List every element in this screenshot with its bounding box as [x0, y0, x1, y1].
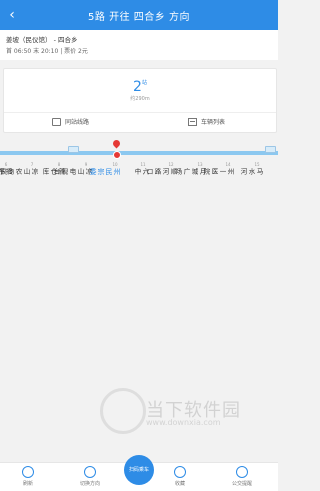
stop-number: 9	[84, 162, 88, 167]
switch-direction-label: 切换方向	[79, 481, 100, 487]
scan-button-circle[interactable]: 扫码乘车	[124, 455, 154, 485]
page-title: 5路 开往 四合乡 方向	[88, 12, 190, 23]
stop-icon	[52, 117, 61, 126]
scan-button-label: 扫码乘车	[128, 467, 149, 473]
top-app-bar: ‹ 5路 开往 四合乡 方向	[0, 0, 278, 30]
favorite-label: 收藏	[174, 481, 185, 487]
arrival-card: 2站 约290m 同站线路 车辆列表	[3, 68, 277, 133]
vehicle-list-button[interactable]: 车辆列表	[188, 117, 225, 126]
watermark-logo-icon	[100, 388, 146, 434]
watermark-url: www.downxia.com	[146, 418, 221, 427]
stop-name: 州民宗委	[89, 168, 121, 175]
route-times: 首 06:50 末 20:10 | 票价 2元	[6, 48, 88, 55]
stop-number: 6	[4, 162, 8, 167]
scan-to-ride-button[interactable]: 扫码乘车	[119, 455, 159, 485]
bus-alert-button[interactable]: 公交提醒	[222, 466, 262, 487]
card-divider	[4, 112, 276, 113]
switch-direction-button[interactable]: 切换方向	[70, 466, 110, 487]
watermark: 当下软件园 www.downxia.com	[100, 388, 260, 448]
stop-number: 8	[57, 162, 61, 167]
refresh-button[interactable]: 刷新	[8, 466, 48, 487]
distance-text: 约290m	[130, 96, 150, 102]
stop-name: 凉山农商银行	[0, 168, 38, 175]
bus-alert-label: 公交提醒	[231, 481, 252, 487]
same-stop-lines-button[interactable]: 同站线路	[52, 117, 89, 126]
stop-number: 10	[112, 162, 118, 167]
stop-name: 马水河	[239, 168, 263, 175]
stop-number: 7	[30, 162, 34, 167]
route-info: 姜坡（民仪馆） - 四合乡 首 06:50 末 20:10 | 票价 2元	[0, 30, 278, 60]
stops-list: 6 招呼站 7 凉山农商银行 8 新仓库 9 凉山电视台 10 州民宗委 11 …	[0, 140, 278, 230]
swap-icon	[84, 466, 96, 478]
same-stop-lines-label: 同站线路	[65, 119, 90, 126]
stop-number: 15	[254, 162, 260, 167]
stop-name: 州一医院	[202, 168, 234, 175]
favorite-button[interactable]: 收藏	[160, 466, 200, 487]
stops-away-value: 2	[133, 79, 142, 95]
stops-away-unit: 站	[141, 80, 147, 86]
stop-number: 14	[225, 162, 231, 167]
refresh-label: 刷新	[22, 481, 33, 487]
star-icon	[174, 466, 186, 478]
stop-number: 11	[140, 162, 146, 167]
refresh-icon	[22, 466, 34, 478]
stop-number: 13	[197, 162, 203, 167]
stop-number: 12	[168, 162, 174, 167]
route-endpoints: 姜坡（民仪馆） - 四合乡	[6, 36, 78, 44]
vehicle-list-label: 车辆列表	[201, 119, 226, 126]
bottom-bar: 刷新 切换方向 扫码乘车 收藏 公交提醒	[0, 455, 278, 491]
list-icon	[188, 117, 197, 126]
stops-away: 2站	[4, 79, 276, 95]
bell-icon	[236, 466, 248, 478]
